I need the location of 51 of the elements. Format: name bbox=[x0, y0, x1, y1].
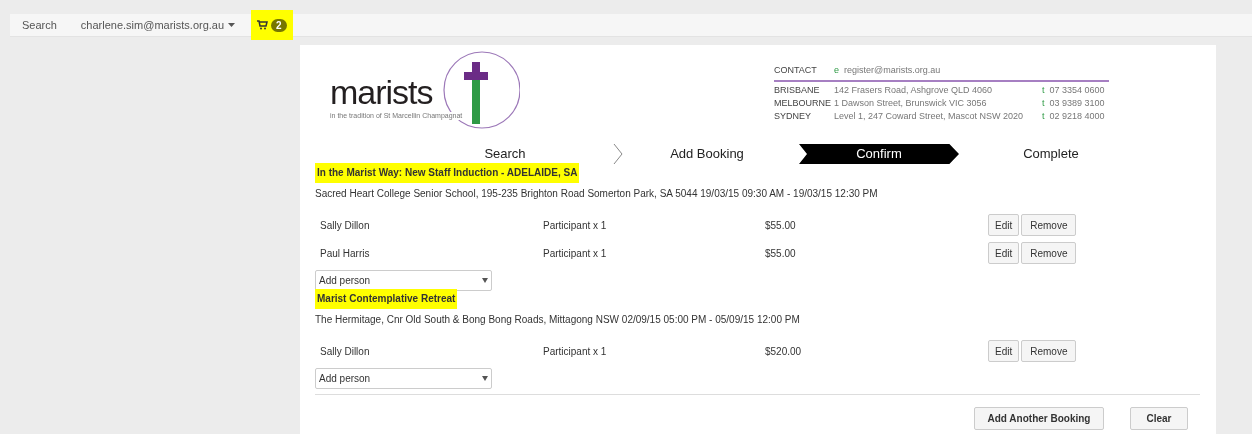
logo-wordmark: marists bbox=[330, 74, 433, 110]
person-name: Paul Harris bbox=[319, 246, 371, 261]
booking-details: The Hermitage, Cnr Old South & Bong Bong Roads, Mittagong NSW 02/09/15 05:00 PM - 05/09/15 12:00 PM bbox=[315, 313, 801, 327]
office-address: 142 Frasers Road, Ashgrove QLD 4060 bbox=[834, 84, 994, 95]
office-phone: 03 9389 3100 bbox=[1049, 97, 1105, 108]
search-link[interactable]: Search bbox=[22, 16, 57, 34]
dropdown-arrow-icon bbox=[482, 278, 488, 283]
step-tab[interactable]: Add Booking bbox=[627, 144, 787, 164]
add-person-select[interactable]: Add person bbox=[315, 368, 492, 389]
phone-prefix: t bbox=[1042, 97, 1045, 108]
cart-count-badge: 2 bbox=[271, 18, 287, 32]
booking-title: In the Marist Way: New Staff Induction - ADELAIDE, SA bbox=[315, 163, 580, 183]
contact-label: CONTACT bbox=[774, 64, 818, 77]
dropdown-arrow-icon bbox=[482, 376, 488, 381]
step-tab[interactable]: Search bbox=[425, 144, 585, 164]
caret-icon bbox=[228, 23, 236, 27]
ticket-price: $520.00 bbox=[765, 344, 803, 359]
step-tab[interactable]: Confirm bbox=[799, 144, 959, 164]
office-city: SYDNEY bbox=[774, 110, 812, 121]
user-menu[interactable]: charlene.sim@marists.org.au bbox=[80, 16, 236, 34]
email-prefix: e bbox=[834, 64, 839, 77]
office-city: BRISBANE bbox=[774, 84, 821, 95]
phone-prefix: t bbox=[1042, 84, 1045, 95]
cart-link[interactable]: 2 bbox=[251, 10, 293, 40]
ticket-type: Participant x 1 bbox=[543, 246, 608, 261]
step-tab[interactable]: Complete bbox=[971, 144, 1131, 164]
contact-email[interactable]: register@marists.org.au bbox=[844, 64, 941, 78]
booking-title: Marist Contemplative Retreat bbox=[315, 289, 458, 309]
remove-button[interactable]: Remove bbox=[1021, 214, 1077, 236]
edit-button[interactable]: Edit bbox=[988, 340, 1020, 362]
phone-prefix: t bbox=[1042, 110, 1045, 121]
ticket-price: $55.00 bbox=[765, 218, 797, 233]
edit-button[interactable]: Edit bbox=[988, 214, 1020, 236]
chevron-icon bbox=[613, 143, 623, 165]
cart-icon bbox=[257, 20, 269, 30]
office-phone: 02 9218 4000 bbox=[1049, 110, 1105, 121]
remove-button[interactable]: Remove bbox=[1021, 340, 1077, 362]
add-another-booking-button[interactable]: Add Another Booking bbox=[974, 407, 1104, 430]
edit-button[interactable]: Edit bbox=[988, 242, 1020, 264]
ticket-type: Participant x 1 bbox=[543, 218, 608, 233]
person-name: Sally Dillon bbox=[319, 344, 371, 359]
office-address: Level 1, 247 Coward Street, Mascot NSW 2020 bbox=[834, 110, 1025, 121]
booking-details: Sacred Heart College Senior School, 195-235 Brighton Road Somerton Park, SA 5044 19/03/15 09:30 AM - 19/03/15 12:30 PM bbox=[315, 187, 879, 201]
clear-button[interactable]: Clear bbox=[1130, 407, 1188, 430]
remove-button[interactable]: Remove bbox=[1021, 242, 1077, 264]
office-phone: 07 3354 0600 bbox=[1049, 84, 1105, 95]
ticket-price: $55.00 bbox=[765, 246, 797, 261]
ticket-type: Participant x 1 bbox=[543, 344, 608, 359]
office-city: MELBOURNE bbox=[774, 97, 832, 108]
person-name: Sally Dillon bbox=[319, 218, 371, 233]
office-address: 1 Dawson Street, Brunswick VIC 3056 bbox=[834, 97, 988, 108]
